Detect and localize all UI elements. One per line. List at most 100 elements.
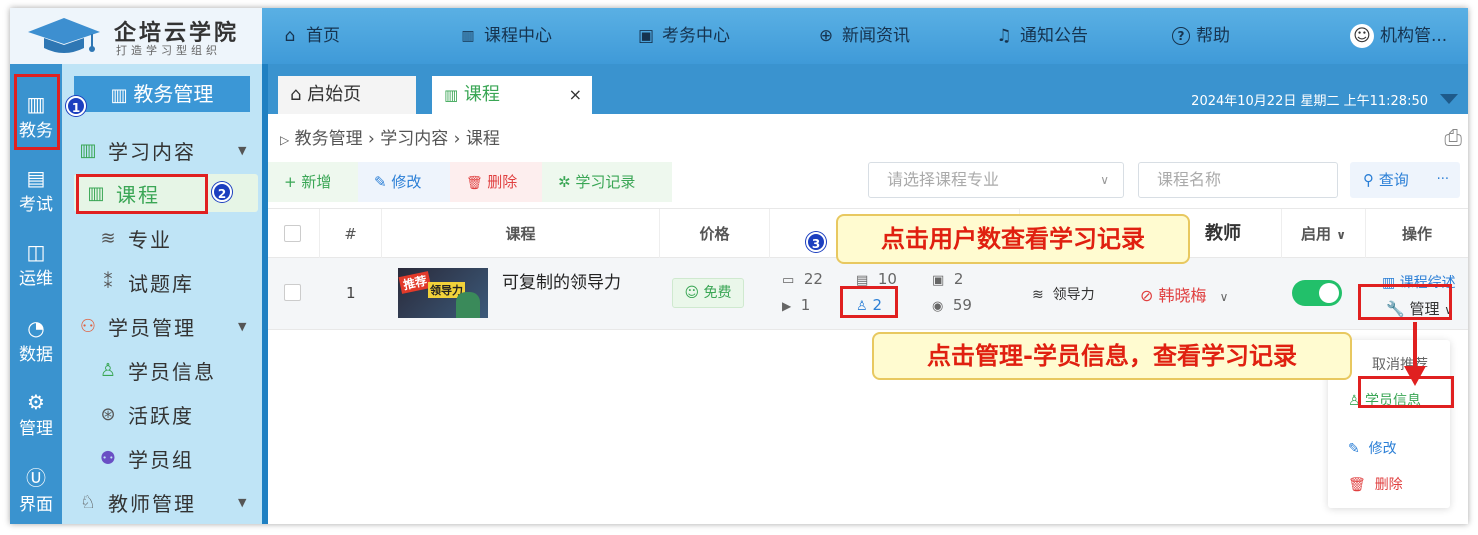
- menu-label: 试题库: [128, 272, 194, 296]
- ops-icon: ◫: [26, 240, 46, 264]
- menu-learning-content[interactable]: ▥ 学习内容 ▼: [78, 136, 246, 165]
- user-avatar-icon: ☺: [1350, 24, 1374, 48]
- nav-exam-center[interactable]: ▣ 考务中心: [636, 24, 730, 48]
- menu-activity[interactable]: ⊛ 活跃度: [98, 400, 194, 429]
- gear-icon: ⚙: [27, 390, 45, 414]
- module-ops[interactable]: ◫ 运维: [10, 240, 62, 289]
- exam-icon: ▣: [637, 26, 655, 46]
- tabs-dropdown-icon[interactable]: [1440, 94, 1458, 104]
- edit-icon: ✎: [374, 173, 387, 191]
- row-checkbox[interactable]: [284, 284, 301, 301]
- add-label: 新增: [301, 173, 332, 191]
- trash-icon: 🗑: [1348, 477, 1366, 493]
- course-thumbnail[interactable]: 推荐 领导力: [398, 268, 488, 318]
- menu-student-info[interactable]: ♙ 学员信息: [98, 356, 216, 385]
- nav-label: 考务中心: [662, 26, 730, 46]
- nav-news[interactable]: ⊕ 新闻资讯: [816, 24, 910, 48]
- lesson-icon: ▭: [782, 273, 795, 288]
- caret-down-icon: ▼: [238, 320, 249, 333]
- module-label: 界面: [19, 495, 53, 515]
- menu-label: 专业: [128, 228, 172, 252]
- row-index: 1: [346, 284, 356, 302]
- add-button[interactable]: + 新增: [268, 162, 358, 202]
- trash-icon: 🗑: [466, 176, 483, 191]
- nav-label: 课程中心: [484, 26, 552, 46]
- enabled-toggle[interactable]: [1292, 280, 1342, 306]
- nav-notices[interactable]: ♫ 通知公告: [994, 24, 1088, 48]
- module-manage[interactable]: ⚙ 管理: [10, 390, 62, 439]
- menu-teacher-management[interactable]: ♘ 教师管理 ▼: [78, 488, 246, 517]
- breadcrumb-item[interactable]: 学习内容: [380, 129, 448, 149]
- videos-count: ▶ 1: [782, 296, 810, 314]
- app-window: 企培云学院 打造学习型组织 ⌂ 首页 ▥ 课程中心 ▣ 考务中心 ⊕ 新闻资讯 …: [10, 8, 1468, 524]
- tab-start-page[interactable]: ⌂ 启始页: [278, 76, 416, 114]
- videos-value: 1: [800, 296, 811, 314]
- teacher-select[interactable]: ⊘ 韩晓梅 ∨: [1140, 282, 1228, 306]
- edit-item[interactable]: ✎ 修改: [1348, 438, 1397, 458]
- home-icon: ⌂: [284, 26, 296, 46]
- sub-menu: ▥ 教务管理 ▥ 学习内容 ▼ ▥ 课程 ≋ 专业 ⁑ 试题库 ⚇ 学员管理 ▼…: [62, 64, 262, 524]
- menu-header[interactable]: ▥ 教务管理: [74, 76, 250, 112]
- major-select[interactable]: 请选择课程专业 ∨: [868, 162, 1124, 198]
- logo-subtitle: 打造学习型组织: [116, 44, 221, 57]
- highlight-teaching-module: [14, 74, 60, 150]
- caret-down-icon: ▼: [238, 144, 249, 157]
- module-label: 数据: [19, 345, 53, 365]
- delete-item[interactable]: 🗑 删除: [1348, 474, 1403, 494]
- tab-course[interactable]: ▥ 课程 ×: [432, 76, 592, 114]
- nav-course-center[interactable]: ▥ 课程中心: [458, 24, 552, 48]
- edit-button[interactable]: ✎ 修改: [358, 162, 450, 202]
- pie-chart-icon: ◔: [27, 316, 45, 340]
- menu-question-bank[interactable]: ⁑ 试题库: [98, 268, 194, 297]
- course-name-link[interactable]: 可复制的领导力: [502, 268, 621, 293]
- menu-label: 学员信息: [128, 360, 216, 384]
- study-records-button[interactable]: ✲ 学习记录: [542, 162, 672, 202]
- questions-value: 2: [953, 270, 964, 288]
- nav-label: 首页: [306, 26, 340, 46]
- delete-label: 删除: [487, 173, 518, 191]
- module-label: 考试: [19, 195, 53, 215]
- more-icon[interactable]: ···: [1437, 163, 1449, 197]
- nav-user-menu[interactable]: ☺ 机构管...: [1350, 24, 1447, 48]
- nav-label: 机构管...: [1380, 26, 1448, 46]
- search-button[interactable]: ⚲ 查询 ···: [1350, 162, 1460, 198]
- step-badge-2: 2: [212, 182, 232, 202]
- name-placeholder: 课程名称: [1157, 170, 1222, 189]
- course-name-input[interactable]: 课程名称: [1138, 162, 1338, 198]
- breadcrumb-item[interactable]: 教务管理: [295, 129, 363, 149]
- menu-student-group[interactable]: ⚉ 学员组: [98, 444, 194, 473]
- edit-label: 修改: [1368, 441, 1397, 457]
- select-all-checkbox[interactable]: [284, 225, 301, 242]
- breadcrumb-separator: ›: [368, 129, 375, 149]
- callout-users-hint: 点击用户数查看学习记录: [836, 214, 1190, 264]
- home-icon: ⌂: [290, 84, 302, 105]
- close-icon[interactable]: ×: [569, 76, 582, 114]
- highlight-manage-button: [1358, 284, 1452, 320]
- chevron-down-icon: ∨: [1219, 290, 1229, 304]
- nav-help[interactable]: ? 帮助: [1172, 24, 1230, 48]
- edit-icon: ✎: [1348, 441, 1360, 457]
- module-ui[interactable]: Ⓤ 界面: [10, 466, 62, 515]
- nav-home[interactable]: ⌂ 首页: [280, 24, 340, 48]
- menu-student-management[interactable]: ⚇ 学员管理 ▼: [78, 312, 246, 341]
- nav-label: 帮助: [1196, 26, 1230, 46]
- news-icon: ⊕: [818, 26, 834, 46]
- module-exam[interactable]: ▤ 考试: [10, 166, 62, 215]
- breadcrumb: ▷ 教务管理 › 学习内容 › 课程: [280, 124, 500, 149]
- menu-major[interactable]: ≋ 专业: [98, 224, 172, 253]
- highlight-student-info: [1358, 376, 1454, 408]
- step-badge-1: 1: [66, 96, 86, 116]
- header-ops: 操作: [1401, 225, 1432, 243]
- play-icon: ▶: [782, 299, 792, 313]
- exam-100-icon: ▤: [26, 166, 46, 190]
- activity-icon: ⊛: [100, 404, 118, 425]
- module-data[interactable]: ◔ 数据: [10, 316, 62, 365]
- print-icon[interactable]: ⎙: [1444, 126, 1462, 151]
- ban-icon: ⊘: [1140, 286, 1154, 305]
- books-icon: ▥: [110, 85, 134, 106]
- header-enabled[interactable]: 启用 ∨: [1282, 209, 1366, 259]
- delete-label: 删除: [1374, 477, 1403, 493]
- layers-icon: ≋: [100, 228, 118, 249]
- delete-button[interactable]: 🗑 删除: [450, 162, 542, 202]
- header-index: #: [320, 209, 382, 259]
